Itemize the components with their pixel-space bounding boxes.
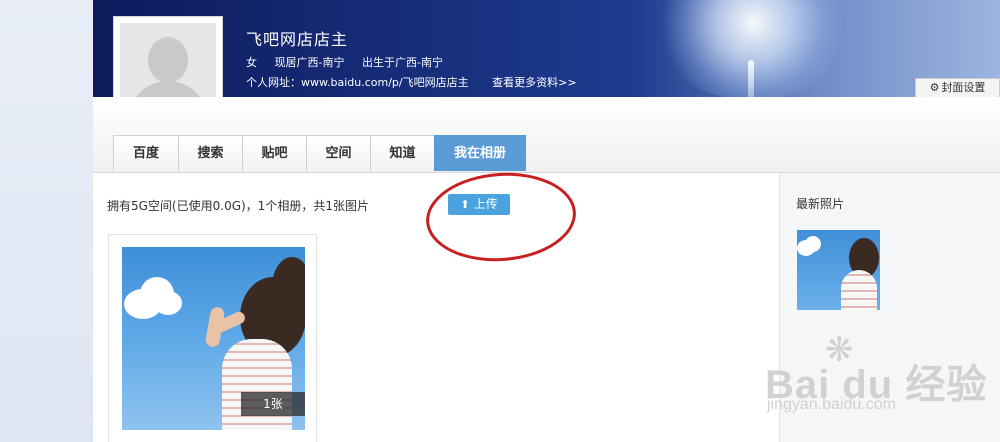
dandelion-stem (748, 60, 754, 97)
upload-arrow-icon: ⬆ (460, 198, 470, 211)
user-gender: 女 (246, 56, 257, 69)
red-highlight-circle (423, 167, 579, 267)
cover-settings-label: 封面设置 (941, 81, 986, 94)
sidebar-title: 最新照片 (796, 197, 845, 211)
tab-space[interactable]: 空间 (306, 135, 371, 171)
more-info-link[interactable]: 查看更多资料>> (492, 76, 576, 89)
storage-info: 拥有5G空间(已使用0.0G)，1个相册，共1张图片 (107, 199, 369, 213)
album-cover-photo[interactable]: 1张 (122, 247, 305, 430)
photo-shirt (841, 270, 877, 310)
photo-cloud (154, 291, 182, 315)
photo-hair (272, 257, 305, 317)
user-url-link[interactable]: www.baidu.com/p/飞吧网店店主 (301, 76, 469, 89)
tab-tieba[interactable]: 贴吧 (242, 135, 307, 171)
album-card[interactable]: 1张 (108, 234, 317, 442)
avatar-head-shape (148, 37, 188, 83)
photo-shirt (222, 339, 292, 430)
page: 飞吧网店店主 女 现居广西-南宁 出生于广西-南宁 个人网址：www.baidu… (93, 0, 1000, 442)
photo-cloud (805, 236, 821, 252)
tab-bar: 百度 搜索 贴吧 空间 知道 我在相册 (93, 97, 1000, 173)
main-content: 拥有5G空间(已使用0.0G)，1个相册，共1张图片 ⬆ 上传 1张 (93, 167, 778, 442)
tab-zhidao[interactable]: 知道 (370, 135, 435, 171)
cover-settings-button[interactable]: ⚙ 封面设置 (915, 78, 1000, 97)
upload-button[interactable]: ⬆ 上传 (448, 194, 510, 215)
upload-label: 上传 (473, 197, 498, 211)
user-birthplace: 出生于广西-南宁 (361, 56, 443, 69)
tab-my-album[interactable]: 我在相册 (434, 135, 526, 171)
user-url-row: 个人网址：www.baidu.com/p/飞吧网店店主 查看更多资料>> (246, 74, 577, 90)
album-photo-count: 1张 (241, 392, 305, 416)
tabs: 百度 搜索 贴吧 空间 知道 我在相册 (113, 135, 526, 171)
user-residence: 现居广西-南宁 (274, 56, 345, 69)
latest-photo-thumbnail[interactable] (797, 230, 880, 310)
cover-banner: 飞吧网店店主 女 现居广西-南宁 出生于广西-南宁 个人网址：www.baidu… (93, 0, 1000, 97)
sidebar: 最新照片 (779, 173, 1000, 442)
user-url-label: 个人网址： (246, 76, 301, 89)
tab-search[interactable]: 搜索 (178, 135, 243, 171)
gear-icon: ⚙ (929, 81, 940, 94)
user-name[interactable]: 飞吧网店店主 (246, 26, 348, 50)
user-meta: 女 现居广西-南宁 出生于广西-南宁 (246, 54, 457, 70)
tab-baidu[interactable]: 百度 (113, 135, 179, 171)
